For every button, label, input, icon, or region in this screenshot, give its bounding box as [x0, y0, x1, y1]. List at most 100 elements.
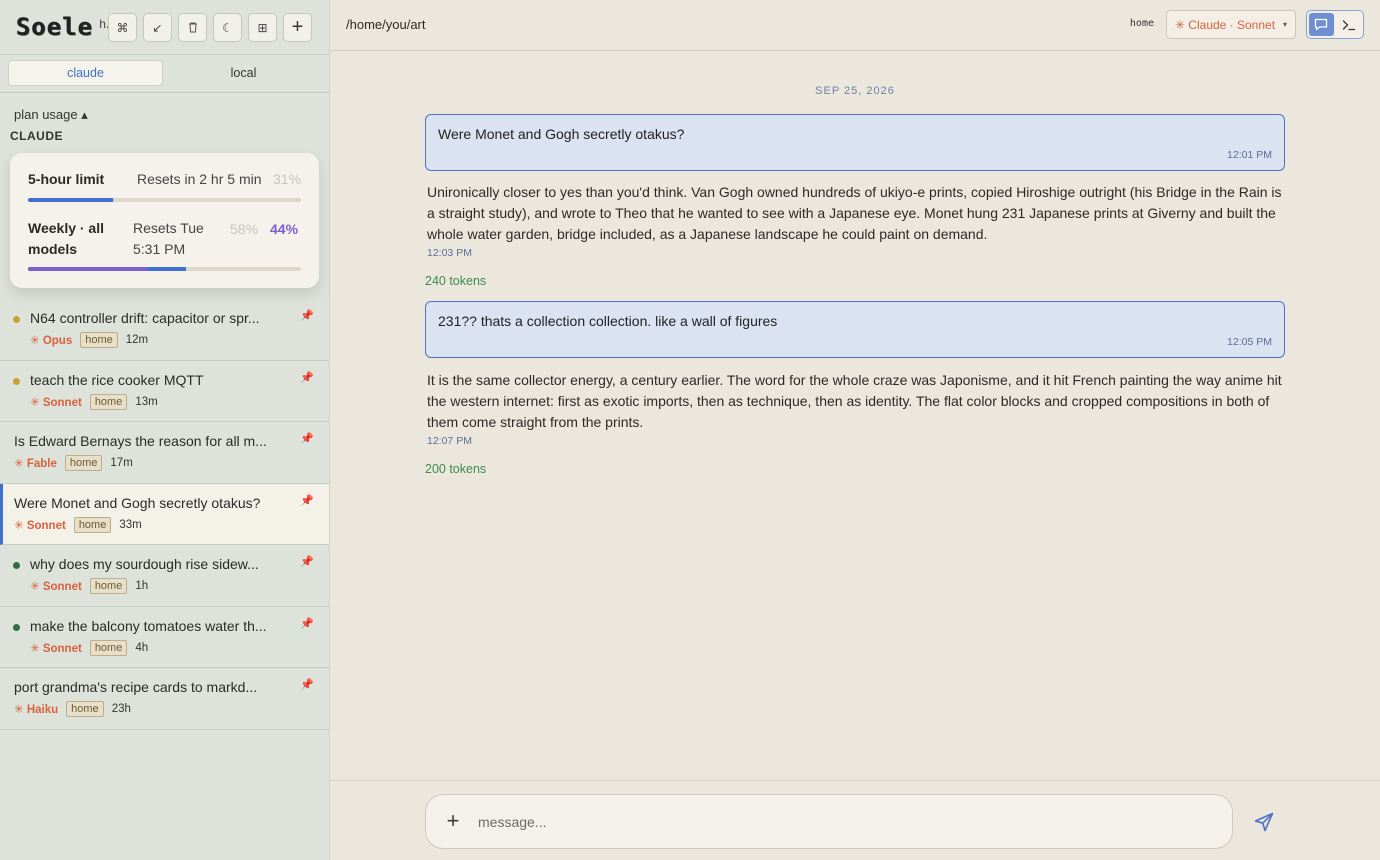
chat-mode-button[interactable] [1309, 13, 1334, 36]
plan-usage-toggle[interactable]: plan usage ▴ [14, 107, 88, 123]
arrow-button[interactable]: ↙ [143, 13, 172, 42]
five-hour-reset: Resets in 2 hr 5 min [137, 171, 262, 187]
cmd-button[interactable]: ⌘ [108, 13, 137, 42]
conversation-age: 4h [135, 641, 149, 654]
chat-panel: /home/you/art home ✳ Claude · Sonnet ▾ S… [330, 0, 1380, 860]
pin-icon[interactable]: 📌 [300, 371, 314, 384]
usage-card: 5-hour limit Resets in 2 hr 5 min 31% We… [10, 153, 319, 288]
status-dot [13, 562, 20, 569]
plus-icon: + [446, 808, 460, 833]
conversation-model: ✳ Sonnet [30, 581, 82, 593]
composer: + [425, 794, 1233, 849]
provider-tabs: claude local [0, 55, 329, 93]
date-separator: SEP 25, 2026 [815, 85, 895, 97]
weekly-pct-b: 44% [270, 221, 299, 237]
conversation-model: ✳ Sonnet [14, 519, 66, 532]
model-selector[interactable]: ✳ Claude · Sonnet ▾ [1166, 10, 1296, 39]
conversation-model: ✳ Fable [14, 458, 57, 470]
token-count: 200 tokens [425, 462, 487, 476]
conversation-age: 33m [119, 518, 142, 531]
theme-button[interactable]: ☾ [213, 13, 242, 42]
chevron-down-icon: ▾ [1283, 20, 1288, 29]
assistant-message-text: Unironically closer to yes than you'd th… [427, 184, 1282, 242]
conversation-title: why does my sourdough rise sidew... [30, 556, 259, 572]
user-message: 231?? thats a collection collection. lik… [425, 301, 1285, 358]
weekly-reset: Resets Tue 5:31 PM [133, 220, 204, 257]
assistant-message-time: 12:03 PM [427, 247, 472, 259]
conversation-age: 12m [125, 334, 149, 346]
five-hour-bar [28, 198, 301, 202]
pin-icon[interactable]: 📌 [300, 617, 314, 630]
usage-provider-label: CLAUDE [10, 129, 63, 143]
five-hour-label: 5-hour limit [28, 171, 105, 187]
app-logo: Soele [16, 13, 94, 41]
conversation-meta: ✳ Fable home 17m [14, 455, 133, 471]
conversation-tag: home [73, 516, 112, 533]
conversation-age: 1h [135, 580, 149, 592]
user-message: Were Monet and Gogh secretly otakus? 12:… [425, 114, 1285, 171]
conversation-tag: home [89, 393, 128, 410]
conversation-tag: home [89, 578, 128, 594]
conversation-item[interactable]: make the balcony tomatoes water th... ✳ S… [0, 607, 329, 668]
pin-icon[interactable]: 📌 [300, 309, 314, 322]
conversation-title: teach the rice cooker MQTT [30, 371, 204, 388]
mode-toggle [1306, 10, 1364, 39]
conversation-item[interactable]: why does my sourdough rise sidew... ✳ Son… [0, 545, 329, 607]
conversation-meta: ✳ Sonnet home 4h [30, 639, 149, 656]
conversation-item[interactable]: teach the rice cooker MQTT ✳ Sonnet home 13… [0, 361, 329, 422]
conversation-title: port grandma's recipe cards to markd... [14, 679, 258, 695]
grid-icon: ⊞ [257, 20, 268, 35]
new-chat-button[interactable]: + [283, 13, 312, 42]
terminal-icon [1342, 19, 1355, 30]
model-selector-value: ✳ Claude · Sonnet [1174, 17, 1276, 32]
chat-header: /home/you/art home ✳ Claude · Sonnet ▾ [330, 0, 1380, 51]
conversation-item[interactable]: N64 controller drift: capacitor or spr..… [0, 299, 329, 361]
user-message-time: 12:01 PM [1227, 149, 1272, 161]
conversation-age: 17m [110, 457, 133, 469]
conversation-meta: ✳ Sonnet home 33m [14, 516, 142, 533]
conversation-list: N64 controller drift: capacitor or spr..… [0, 299, 329, 730]
assistant-message-text: It is the same collector energy, a centu… [427, 372, 1282, 430]
weekly-pct-a: 58% [230, 221, 259, 237]
conversation-tag: home [80, 332, 118, 348]
conversation-tag: home [64, 455, 103, 471]
conversation-model: ✳ Haiku [14, 704, 59, 716]
grid-button[interactable]: ⊞ [248, 13, 277, 42]
user-message-text: Were Monet and Gogh secretly otakus? [438, 126, 685, 142]
tab-local[interactable]: local [166, 60, 321, 86]
conversation-item[interactable]: Were Monet and Gogh secretly otakus? ✳ So… [0, 483, 329, 545]
conversation-tag: home [89, 639, 128, 656]
environment-label: home [1129, 18, 1154, 29]
user-message-time: 12:05 PM [1227, 336, 1272, 348]
pin-icon[interactable]: 📌 [300, 432, 314, 445]
conversation-model: ✳ Opus [30, 335, 73, 347]
tab-claude[interactable]: claude [8, 60, 163, 86]
conversation-age: 23h [111, 703, 131, 715]
weekly-bar-fill-a [28, 267, 149, 271]
conversation-item[interactable]: Is Edward Bernays the reason for all m..… [0, 422, 329, 484]
conversation-age: 13m [135, 395, 158, 408]
conversation-tag: home [66, 701, 104, 717]
pin-icon[interactable]: 📌 [300, 555, 314, 568]
five-hour-bar-fill [28, 198, 113, 202]
conversation-title: Is Edward Bernays the reason for all m..… [14, 433, 267, 449]
conversation-title: make the balcony tomatoes water th... [30, 617, 267, 634]
send-button[interactable] [1250, 809, 1278, 835]
moon-icon: ☾ [222, 20, 233, 35]
conversation-title: Were Monet and Gogh secretly otakus? [14, 494, 261, 511]
message-input[interactable] [478, 805, 1208, 839]
terminal-mode-button[interactable] [1337, 13, 1362, 36]
working-directory: /home/you/art [346, 17, 426, 32]
attach-button[interactable]: + [440, 808, 466, 834]
pin-icon[interactable]: 📌 [300, 678, 314, 691]
send-icon [1254, 812, 1274, 832]
conversation-meta: ✳ Sonnet home 13m [30, 393, 158, 410]
status-dot [13, 623, 20, 631]
conversation-item[interactable]: port grandma's recipe cards to markd... ✳… [0, 668, 329, 730]
trash-button[interactable] [178, 13, 207, 42]
conversation-meta: ✳ Opus home 12m [30, 332, 148, 348]
trash-icon [188, 22, 197, 33]
pin-icon[interactable]: 📌 [300, 494, 314, 507]
weekly-label: Weekly · all models [28, 220, 105, 257]
conversation-meta: ✳ Sonnet home 1h [30, 578, 148, 594]
